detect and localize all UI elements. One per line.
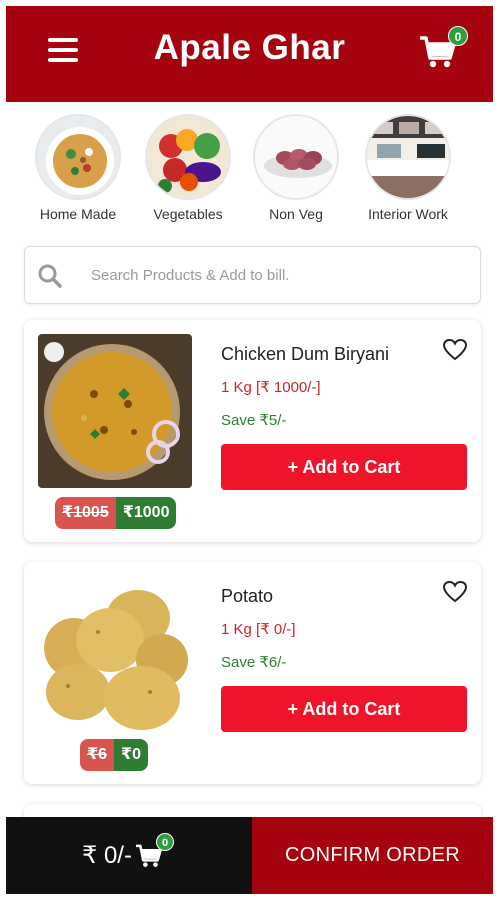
category-label: Interior Work <box>368 206 448 222</box>
category-non-veg[interactable]: Non Veg <box>246 110 346 222</box>
category-interior-work[interactable]: Interior Work <box>358 110 458 222</box>
product-card: ₹1005 ₹1000 Chicken Dum Biryani 1 Kg [₹ … <box>24 320 481 542</box>
product-quantity: 1 Kg [₹ 0/-] <box>221 621 296 638</box>
sale-price: ₹1000 <box>115 497 177 529</box>
price-chip: ₹6 ₹0 <box>80 739 149 771</box>
heart-icon[interactable] <box>442 580 468 604</box>
category-label: Non Veg <box>269 206 323 222</box>
mrp-price: ₹6 <box>80 739 115 771</box>
product-quantity: 1 Kg [₹ 1000/-] <box>221 379 321 396</box>
search-icon <box>38 264 62 288</box>
category-home-made[interactable]: Home Made <box>28 110 128 222</box>
search-placeholder: Search Products & Add to bill. <box>91 267 290 284</box>
cart-summary[interactable]: ₹ 0/- 0 <box>6 817 252 894</box>
add-to-cart-button[interactable]: + Add to Cart <box>221 444 467 490</box>
category-list: Home Made Vegetables Non Veg Interior Wo… <box>6 110 493 235</box>
product-card: ₹6 ₹0 Potato 1 Kg [₹ 0/-] Save ₹6/- + Ad… <box>24 562 481 784</box>
category-label: Vegetables <box>153 206 223 222</box>
cart-count-badge: 0 <box>448 26 468 46</box>
app-screen: Apale Ghar 0 Home Made Vegetables Non Ve… <box>6 6 493 894</box>
interior-work-image <box>365 114 451 200</box>
home-made-image <box>35 114 121 200</box>
chicken-biryani-image <box>38 334 192 488</box>
category-vegetables[interactable]: Vegetables <box>138 110 238 222</box>
product-savings: Save ₹5/- <box>221 412 287 429</box>
price-chip: ₹1005 ₹1000 <box>55 497 177 529</box>
product-name: Chicken Dum Biryani <box>221 344 390 364</box>
cart-total: ₹ 0/- <box>82 842 132 869</box>
cart-count-badge: 0 <box>156 833 174 851</box>
bottom-bar: ₹ 0/- 0 CONFIRM ORDER <box>6 817 493 894</box>
product-savings: Save ₹6/- <box>221 654 287 671</box>
sale-price: ₹0 <box>114 739 149 771</box>
heart-icon[interactable] <box>442 338 468 362</box>
confirm-order-button[interactable]: CONFIRM ORDER <box>252 817 493 894</box>
search-input[interactable]: Search Products & Add to bill. <box>24 246 481 304</box>
non-veg-image <box>253 114 339 200</box>
potato-image <box>38 576 192 730</box>
category-label: Home Made <box>39 206 117 222</box>
mrp-price: ₹1005 <box>55 497 116 529</box>
app-header: Apale Ghar 0 <box>6 6 493 102</box>
add-to-cart-button[interactable]: + Add to Cart <box>221 686 467 732</box>
product-name: Potato <box>221 586 274 606</box>
vegetables-image <box>145 114 231 200</box>
